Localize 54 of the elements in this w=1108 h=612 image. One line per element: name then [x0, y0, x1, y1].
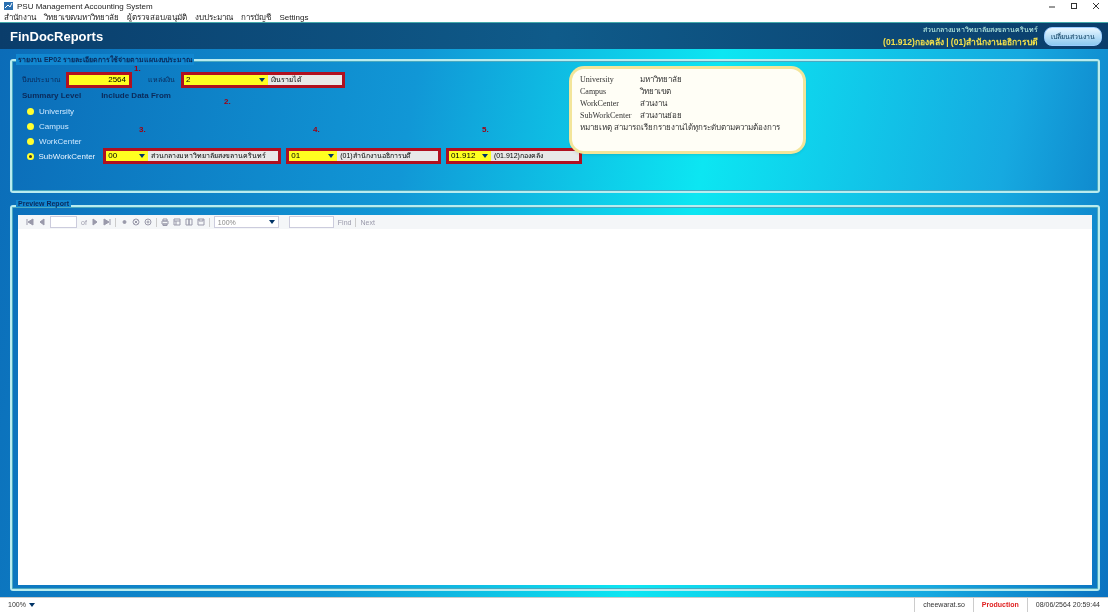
step-number: 5.: [482, 125, 489, 134]
menu-item[interactable]: วิทยาเขต/มหาวิทยาลัย: [44, 10, 120, 24]
radio-label: University: [39, 106, 75, 116]
menu-item[interactable]: งบประมาณ: [195, 10, 234, 24]
caret-icon: [268, 220, 275, 224]
legend-term: University: [580, 74, 615, 84]
year-field[interactable]: 2564: [69, 74, 129, 85]
radio-label: SubWorkCenter: [38, 151, 96, 161]
menu-item[interactable]: Settings: [279, 12, 309, 22]
layout-icon[interactable]: [172, 218, 181, 226]
next-page-icon[interactable]: [90, 218, 99, 226]
app-title: FinDocReports: [10, 28, 104, 44]
caret-icon: [481, 154, 488, 158]
radio-label: Campus: [39, 121, 69, 131]
radio-button[interactable]: [27, 107, 34, 115]
unit-name: (01.912)กองคลัง | (01)สำนักงานอธิการบดี: [883, 35, 1038, 49]
page-field[interactable]: [50, 216, 77, 228]
caret-icon: [28, 603, 35, 607]
radio-button[interactable]: [27, 152, 34, 160]
maximize-icon[interactable]: [1070, 2, 1078, 10]
step-number: 1.: [134, 64, 141, 73]
legend-meaning: วิทยาเขต: [640, 85, 671, 98]
radio-label: WorkCenter: [39, 136, 82, 146]
include-dropdown[interactable]: 01.912: [448, 151, 491, 161]
step-number: 2.: [224, 97, 231, 106]
legend-meaning: มหาวิทยาลัย: [640, 73, 682, 86]
legend-term: WorkCenter: [580, 98, 620, 108]
menu-item[interactable]: การบัญชี: [241, 10, 272, 24]
legend-term: SubWorkCenter: [580, 110, 633, 120]
include-dropdown[interactable]: 00: [106, 151, 149, 161]
radio-button[interactable]: [27, 122, 34, 130]
legend-note: หมายเหตุ สามารถเรียกรายงานได้ทุกระดับตามความต้องการ: [580, 122, 781, 134]
find-field[interactable]: [288, 216, 334, 228]
legend-meaning: ส่วนงาน: [640, 97, 667, 110]
include-dropdown[interactable]: 01: [289, 151, 338, 161]
legend-meaning: ส่วนงานย่อย: [640, 109, 682, 122]
window-title: PSU Management Accounting System: [17, 1, 153, 11]
legend-term: Campus: [580, 86, 608, 96]
previous-page-icon[interactable]: [38, 218, 46, 226]
step-number: 3.: [139, 125, 146, 134]
fund-dropdown[interactable]: 2: [184, 74, 268, 85]
caret-icon: [139, 154, 146, 158]
print-icon[interactable]: [160, 218, 169, 226]
last-page-icon[interactable]: [102, 218, 111, 226]
radio-button[interactable]: [27, 137, 34, 145]
close-icon[interactable]: [1092, 2, 1100, 10]
menu-item[interactable]: ผู้ตรวจสอบ/อนุมัติ: [127, 10, 188, 24]
caret-icon: [328, 154, 335, 158]
step-number: 4.: [313, 125, 320, 134]
menu-item[interactable]: สำนักงาน: [4, 10, 36, 24]
caret-icon: [259, 77, 265, 82]
first-page-icon[interactable]: [26, 218, 34, 226]
section-label: Summary Level: [22, 91, 82, 100]
section-label: Include Data From: [101, 91, 171, 100]
